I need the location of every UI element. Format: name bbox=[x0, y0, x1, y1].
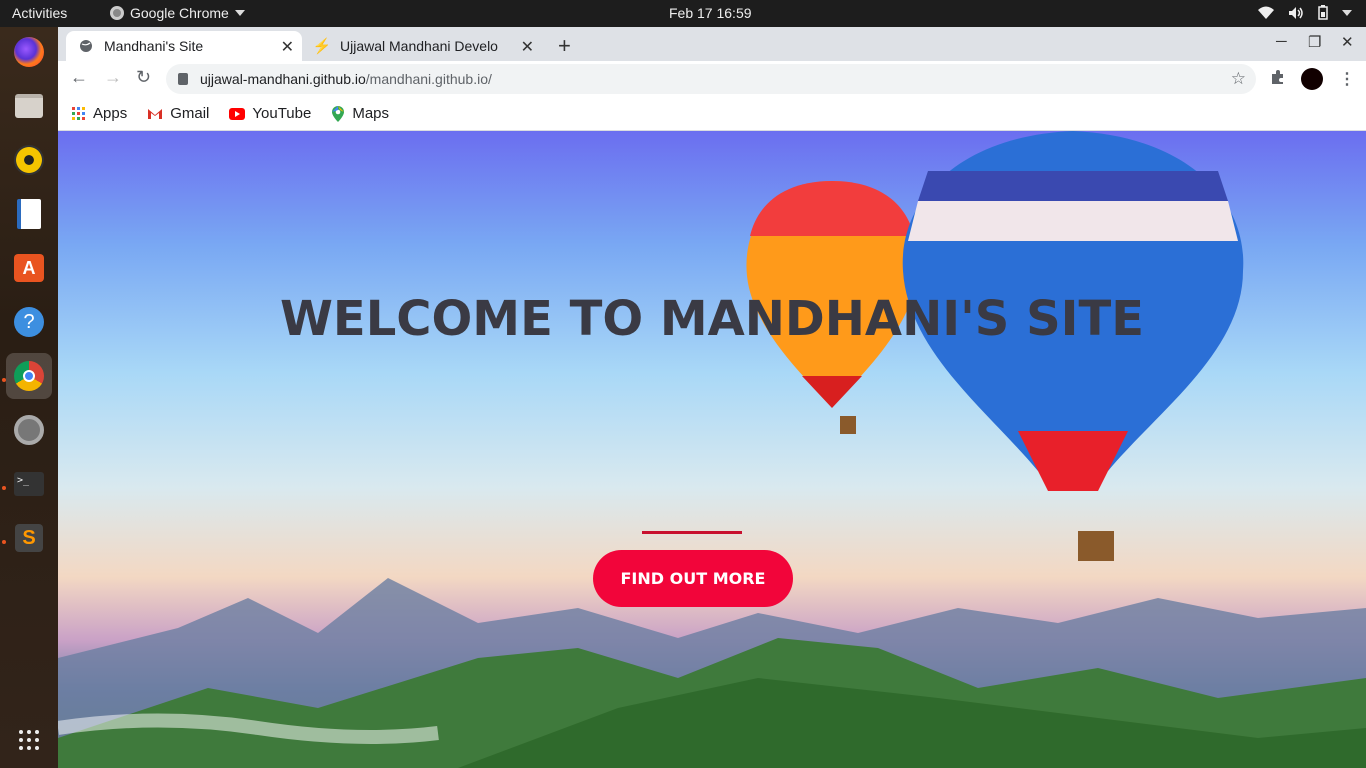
url-host: ujjawal-mandhani.github.io bbox=[200, 71, 366, 87]
bookmark-label: YouTube bbox=[252, 105, 312, 122]
chrome-icon bbox=[14, 361, 44, 391]
close-icon[interactable]: ✕ bbox=[521, 37, 534, 57]
youtube-icon bbox=[229, 107, 246, 120]
extensions-icon[interactable] bbox=[1270, 69, 1286, 90]
dock-item-settings[interactable] bbox=[6, 407, 52, 453]
dock-item-sublime[interactable]: S bbox=[6, 515, 52, 561]
dock-item-software[interactable]: A bbox=[6, 245, 52, 291]
wifi-icon bbox=[1258, 6, 1274, 19]
url-path: /mandhani.github.io/ bbox=[365, 71, 492, 87]
maps-icon bbox=[332, 105, 345, 122]
files-icon bbox=[15, 94, 43, 118]
back-button[interactable]: ← bbox=[70, 67, 88, 88]
lock-icon bbox=[178, 73, 188, 85]
profile-avatar[interactable] bbox=[1301, 68, 1323, 90]
settings-icon bbox=[14, 415, 44, 445]
bookmark-youtube[interactable]: YouTube bbox=[229, 105, 311, 122]
gmail-icon bbox=[148, 108, 163, 119]
hero-title: WELCOME TO MANDHANI'S SITE bbox=[279, 291, 1145, 347]
restore-button[interactable]: ❐ bbox=[1308, 33, 1321, 51]
bookmark-label: Maps bbox=[352, 105, 390, 122]
close-window-button[interactable]: ✕ bbox=[1341, 33, 1354, 51]
bookmark-label: Gmail bbox=[170, 105, 210, 122]
chrome-window: Mandhani's Site ✕ ⚡ Ujjawal Mandhani Dev… bbox=[58, 27, 1366, 768]
tab-mandhanis-site[interactable]: Mandhani's Site ✕ bbox=[66, 31, 302, 61]
blue-balloon-image bbox=[902, 131, 1244, 561]
page-viewport: WELCOME TO MANDHANI'S SITE FIND OUT MORE bbox=[58, 131, 1366, 768]
rhythmbox-icon bbox=[14, 145, 44, 175]
dock-item-rhythmbox[interactable] bbox=[6, 137, 52, 183]
bookmark-gmail[interactable]: Gmail bbox=[147, 105, 209, 122]
tab-ujjawal-mandhani[interactable]: ⚡ Ujjawal Mandhani Develo ✕ bbox=[302, 31, 542, 61]
chevron-down-icon bbox=[234, 10, 245, 16]
new-tab-button[interactable]: + bbox=[558, 33, 571, 59]
bookmarks-bar: Apps Gmail YouTube Maps bbox=[58, 97, 1366, 131]
dock-item-writer[interactable] bbox=[6, 191, 52, 237]
dock: A ? >_ S bbox=[0, 27, 58, 768]
bookmark-maps[interactable]: Maps bbox=[331, 105, 389, 122]
show-applications-button[interactable] bbox=[6, 717, 52, 763]
activities-button[interactable]: Activities bbox=[12, 5, 67, 21]
close-icon[interactable]: ✕ bbox=[281, 37, 294, 57]
forward-button[interactable]: → bbox=[104, 67, 122, 88]
hero-divider bbox=[642, 531, 742, 534]
app-grid-icon bbox=[19, 730, 39, 750]
dock-item-files[interactable] bbox=[6, 83, 52, 129]
globe-icon bbox=[78, 38, 94, 54]
app-menu-label: Google Chrome bbox=[130, 5, 229, 21]
bookmark-apps[interactable]: Apps bbox=[72, 105, 127, 122]
reload-button[interactable]: ↻ bbox=[136, 67, 151, 88]
find-out-more-button[interactable]: FIND OUT MORE bbox=[593, 550, 793, 607]
minimize-button[interactable]: ─ bbox=[1276, 33, 1287, 50]
tab-strip: Mandhani's Site ✕ ⚡ Ujjawal Mandhani Dev… bbox=[58, 27, 1366, 61]
browser-toolbar: ← → ↻ ujjawal-mandhani.github.io/mandhan… bbox=[58, 61, 1366, 97]
chevron-down-icon bbox=[1342, 9, 1352, 16]
running-indicator bbox=[2, 378, 6, 382]
firefox-icon bbox=[14, 37, 44, 67]
dock-item-chrome[interactable] bbox=[6, 353, 52, 399]
lightning-icon: ⚡ bbox=[312, 38, 332, 55]
apps-grid-icon bbox=[72, 106, 85, 120]
running-indicator bbox=[2, 486, 6, 490]
battery-icon bbox=[1318, 5, 1328, 20]
bookmark-star-icon[interactable]: ☆ bbox=[1231, 69, 1246, 89]
sublime-text-icon: S bbox=[15, 524, 43, 552]
terminal-icon: >_ bbox=[14, 472, 44, 496]
software-center-icon: A bbox=[14, 254, 44, 282]
more-menu-icon[interactable]: ⋮ bbox=[1339, 69, 1355, 89]
help-icon: ? bbox=[14, 307, 44, 337]
system-tray[interactable] bbox=[1258, 5, 1352, 20]
tab-title: Mandhani's Site bbox=[104, 38, 204, 54]
app-menu[interactable]: Google Chrome bbox=[110, 5, 245, 21]
volume-icon bbox=[1289, 6, 1303, 19]
dock-item-firefox[interactable] bbox=[6, 29, 52, 75]
tab-title: Ujjawal Mandhani Develo bbox=[340, 38, 498, 54]
address-bar[interactable]: ujjawal-mandhani.github.io/mandhani.gith… bbox=[166, 64, 1256, 94]
dock-item-help[interactable]: ? bbox=[6, 299, 52, 345]
clock[interactable]: Feb 17 16:59 bbox=[669, 5, 752, 21]
bookmark-label: Apps bbox=[93, 105, 128, 122]
system-top-bar: Activities Google Chrome Feb 17 16:59 bbox=[0, 0, 1366, 27]
libreoffice-writer-icon bbox=[17, 199, 41, 229]
running-indicator bbox=[2, 540, 6, 544]
dock-item-terminal[interactable]: >_ bbox=[6, 461, 52, 507]
chrome-app-icon bbox=[110, 6, 124, 20]
